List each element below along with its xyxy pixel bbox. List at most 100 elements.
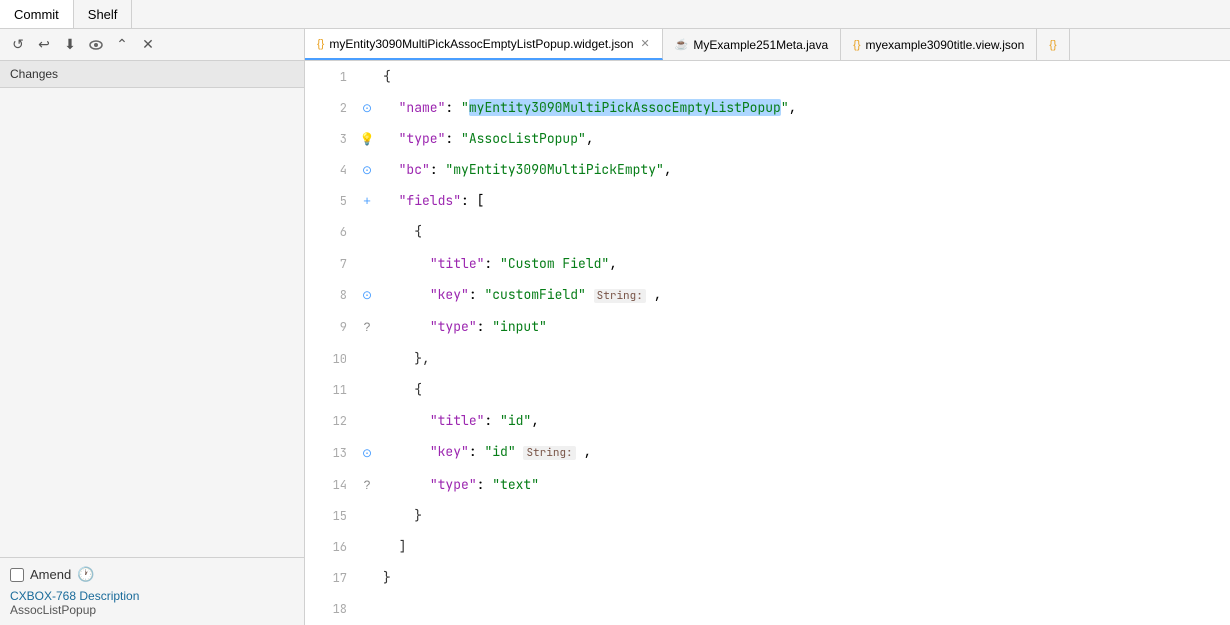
shelf-tab-label: Shelf: [88, 7, 118, 22]
editor-tab-extra[interactable]: {}: [1037, 29, 1069, 60]
java-icon-tab2: ☕: [675, 38, 689, 51]
line-num-1: 1: [305, 61, 355, 92]
line-num-4: 4: [305, 155, 355, 186]
table-row: 10 },: [305, 343, 1230, 374]
expand-button[interactable]: ⌃: [110, 33, 134, 57]
table-row: 2 ⊙ "name": "myEntity3090MultiPickAssocE…: [305, 92, 1230, 123]
commit-description[interactable]: CXBOX-768 Description: [10, 589, 294, 603]
line-icons-3: 💡: [355, 123, 379, 154]
table-row: 9 ? "type": "input": [305, 312, 1230, 343]
table-row: 7 "title": "Custom Field",: [305, 248, 1230, 279]
clock-icon[interactable]: 🕐: [77, 566, 94, 583]
line-code-17: }: [379, 563, 1230, 594]
changes-list[interactable]: [0, 88, 304, 557]
line-icons-16: [355, 531, 379, 562]
line-code-18: [379, 594, 1230, 625]
line-num-12: 12: [305, 405, 355, 436]
line-icons-18: [355, 594, 379, 625]
tab3-label: myexample3090title.view.json: [866, 38, 1025, 52]
line-num-5: 5: [305, 186, 355, 217]
line-code-6: {: [379, 217, 1230, 248]
editor-tab-view-json[interactable]: {} myexample3090title.view.json: [841, 29, 1037, 60]
changes-header-label: Changes: [10, 67, 58, 81]
refresh-button[interactable]: ↺: [6, 33, 30, 57]
table-row: 16 ]: [305, 531, 1230, 562]
bottom-panel: Amend 🕐 CXBOX-768 Description AssocListP…: [0, 557, 304, 625]
question-icon-9: ?: [364, 320, 371, 334]
line-code-10: },: [379, 343, 1230, 374]
line-icons-7: [355, 248, 379, 279]
editor-tab-widget-json[interactable]: {} myEntity3090MultiPickAssocEmptyListPo…: [305, 29, 663, 60]
line-code-11: {: [379, 374, 1230, 405]
line-icons-14: ?: [355, 469, 379, 500]
commit-description-secondary: AssocListPopup: [10, 603, 294, 617]
tab2-label: MyExample251Meta.java: [693, 38, 828, 52]
line-code-4: "bc": "myEntity3090MultiPickEmpty",: [379, 155, 1230, 186]
line-num-2: 2: [305, 92, 355, 123]
circle-icon-13: ⊙: [362, 446, 372, 460]
line-code-5: "fields": [: [379, 186, 1230, 217]
line-code-7: "title": "Custom Field",: [379, 248, 1230, 279]
line-code-13: "key": "id" String: ,: [379, 436, 1230, 469]
line-icons-6: [355, 217, 379, 248]
top-bar-tabs: Commit Shelf: [0, 0, 132, 28]
eye-icon: [88, 37, 104, 53]
json-icon-tab4: {}: [1049, 39, 1056, 51]
editor-panel: {} myEntity3090MultiPickAssocEmptyListPo…: [305, 29, 1230, 625]
circle-icon-8: ⊙: [362, 288, 372, 302]
line-icons-10: [355, 343, 379, 374]
line-num-16: 16: [305, 531, 355, 562]
table-row: 6 {: [305, 217, 1230, 248]
view-button[interactable]: [84, 33, 108, 57]
table-row: 12 "title": "id",: [305, 405, 1230, 436]
tab-commit[interactable]: Commit: [0, 0, 74, 28]
close-diff-button[interactable]: ✕: [136, 33, 160, 57]
rollback-button[interactable]: ↩: [32, 33, 56, 57]
top-bar: Commit Shelf: [0, 0, 1230, 29]
line-num-8: 8: [305, 279, 355, 312]
tab1-close[interactable]: ✕: [641, 37, 650, 50]
line-num-9: 9: [305, 312, 355, 343]
amend-checkbox[interactable]: [10, 568, 24, 582]
line-num-3: 3: [305, 123, 355, 154]
table-row: 1 {: [305, 61, 1230, 92]
line-code-8: "key": "customField" String: ,: [379, 279, 1230, 312]
line-num-11: 11: [305, 374, 355, 405]
main-area: ↺ ↩ ⬇ ⌃ ✕ Changes Amend 🕐 C: [0, 29, 1230, 625]
amend-label: Amend: [30, 567, 71, 582]
json-icon-tab3: {}: [853, 39, 860, 51]
line-code-14: "type": "text": [379, 469, 1230, 500]
line-icons-5: +: [355, 186, 379, 217]
editor-tab-meta-java[interactable]: ☕ MyExample251Meta.java: [663, 29, 841, 60]
tab-shelf[interactable]: Shelf: [74, 0, 133, 28]
line-icons-11: [355, 374, 379, 405]
plus-icon-5: +: [363, 193, 371, 208]
line-icons-15: [355, 500, 379, 531]
circle-icon-2: ⊙: [362, 101, 372, 115]
line-icons-8: ⊙: [355, 279, 379, 312]
table-row: 13 ⊙ "key": "id" String: ,: [305, 436, 1230, 469]
update-button[interactable]: ⬇: [58, 33, 82, 57]
code-content: 1 { 2 ⊙ "name": "myEntity3090MultiPickAs…: [305, 61, 1230, 625]
changes-header: Changes: [0, 61, 304, 88]
lightbulb-icon-3: 💡: [360, 132, 375, 146]
line-code-15: }: [379, 500, 1230, 531]
line-code-1: {: [379, 61, 1230, 92]
circle-icon-4: ⊙: [362, 163, 372, 177]
code-editor[interactable]: 1 { 2 ⊙ "name": "myEntity3090MultiPickAs…: [305, 61, 1230, 625]
line-code-3: "type": "AssocListPopup",: [379, 123, 1230, 154]
table-row: 4 ⊙ "bc": "myEntity3090MultiPickEmpty",: [305, 155, 1230, 186]
toolbar: ↺ ↩ ⬇ ⌃ ✕: [0, 29, 304, 61]
line-code-9: "type": "input": [379, 312, 1230, 343]
line-icons-2: ⊙: [355, 92, 379, 123]
table-row: 8 ⊙ "key": "customField" String: ,: [305, 279, 1230, 312]
line-num-18: 18: [305, 594, 355, 625]
tab1-label: myEntity3090MultiPickAssocEmptyListPopup…: [329, 37, 633, 51]
json-icon-tab1: {}: [317, 38, 324, 50]
line-num-14: 14: [305, 469, 355, 500]
line-code-2: "name": "myEntity3090MultiPickAssocEmpty…: [379, 92, 1230, 123]
line-num-6: 6: [305, 217, 355, 248]
line-icons-13: ⊙: [355, 436, 379, 469]
line-icons-1: [355, 61, 379, 92]
line-icons-17: [355, 563, 379, 594]
